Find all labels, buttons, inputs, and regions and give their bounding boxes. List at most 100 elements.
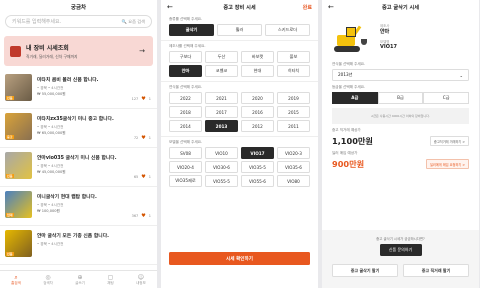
model-option[interactable]: VIO20-3 [277,147,310,159]
grade-label: 등급을 선택해 주세요. [332,85,366,89]
year-select[interactable]: 2013년 ⌄ [332,69,469,81]
item-thumbnail: 신품 [5,230,32,257]
nav-search[interactable]: ◎ 검색차 [43,274,53,286]
model-option[interactable]: VIO20-4 [169,161,202,173]
new-inquiry-button[interactable]: 신품 문의하기 [379,244,422,256]
maker-option[interactable]: 얀마 [169,65,202,77]
year-option[interactable]: 2017 [205,106,238,118]
back-arrow-icon[interactable]: ← [167,3,173,11]
maker-option[interactable]: 볼보 [277,51,310,63]
item-title: 미니굴삭기 현대 랩탑 합니다. [37,195,97,200]
item-thumbnail: 중고 [5,113,32,140]
dealer-button[interactable]: 딜러에게 매입 요청하기 > [425,159,469,169]
item-price: ₩ 55,000,000원 [37,92,66,96]
model-option[interactable]: VIO30-6 [205,161,238,173]
check-price-button[interactable]: 시세 확인하기 [169,252,310,265]
model-option[interactable]: VIO80 [277,175,310,187]
model-option[interactable]: VIO17 [241,147,274,159]
item-meta: • 경북 • 4시간전 [37,125,64,129]
maker-option[interactable]: 현대 [241,65,274,77]
year-option[interactable]: 2020 [241,92,274,104]
type-option[interactable]: 굴삭기 [169,24,214,36]
grade-option[interactable]: B급 [377,92,424,104]
year-option[interactable]: 2018 [169,106,202,118]
nav-label: 내정보 [136,280,146,285]
list-item[interactable]: 임대 미니굴삭기 현대 랩탑 합니다. • 경북 • 4시간전 ₩ 100,00… [0,187,157,226]
item-title: 얀마vio035 굴삭기 미니 신품 합니다. [37,156,117,161]
view-count: 65 [133,175,139,179]
nav-label: 홈검색 [11,280,21,285]
model-option[interactable]: VIO55-6 [241,175,274,187]
done-button[interactable]: 완료 [303,4,312,11]
item-tag: 신품 [6,96,14,100]
excavator-image [332,21,370,55]
nav-home[interactable]: ⌕ 홈검색 [11,274,21,286]
year-option[interactable]: 2013 [205,120,238,132]
year-option[interactable]: 2019 [277,92,310,104]
like-count: 1 [148,214,151,218]
maker-option[interactable]: 두산 [205,51,238,63]
car-icon: ◎ [45,273,51,281]
heart-icon[interactable]: ♥ [141,213,145,219]
year-label: 연식을 선택해 주세요. [332,62,366,66]
like-count: 1 [148,97,151,101]
year-option[interactable]: 2021 [205,92,238,104]
year-option[interactable]: 2016 [241,106,274,118]
year-option[interactable]: 2011 [277,120,310,132]
like-count: 1 [148,175,151,179]
nav-profile[interactable]: ☺ 내정보 [136,274,146,286]
list-item[interactable]: 신품 얀마 굴삭기 모든 기종 신품 합니다. • 경북 • 4시간전 [0,226,157,265]
price-check-banner[interactable]: 내 장비 시세조회 직거래, 딜러거래, 신차 구매까지 → [4,36,153,66]
item-price: ₩ 100,000원 [37,209,60,213]
recent-search-link[interactable]: 🔍 요즘 검색 [122,19,145,25]
chat-icon: ▢ [107,273,114,281]
list-item[interactable]: 신품 얀마vio035 굴삭기 미니 신품 합니다. • 경북 • 4시간전 ₩… [0,148,157,187]
search-input[interactable]: 키워드를 입력해주세요. 🔍 요즘 검색 [5,15,152,28]
model-option[interactable]: VIO10 [205,147,238,159]
heart-icon[interactable]: ♥ [141,174,145,180]
grade-option[interactable]: C급 [423,92,470,104]
maker-option[interactable]: 구보다 [169,51,202,63]
year-label: 연식을 선택해 주세요. [169,85,203,89]
chevron-down-icon: ⌄ [459,72,463,78]
list-item[interactable]: 신품 미타치 콤비 볼러 신품 합니다. • 경북 • 4시간전 ₩ 55,00… [0,70,157,109]
model-option[interactable]: VIO55-5 [205,175,238,187]
grade-option[interactable]: A급 [332,92,378,104]
dealer-price: 900만원 [332,159,365,169]
item-meta: • 경북 • 4시간전 [37,164,64,168]
grade-note: A급은 사용시간 4000시간 이하의 장비입니다. [332,108,469,124]
price-icon [10,45,21,57]
year-option[interactable]: 2022 [169,92,202,104]
model-option[interactable]: VIO35-6 [277,161,310,173]
heart-icon[interactable]: ♥ [141,96,145,102]
list-item[interactable]: 중고 미타치zx35굴삭기 미니 중고 합니다. • 경북 • 4시간전 ₩ 6… [0,109,157,148]
back-arrow-icon[interactable]: ← [328,3,334,11]
year-option[interactable]: 2012 [241,120,274,132]
sell-excavator-button[interactable]: 중고 굴삭기 팔기 [332,264,398,277]
type-option[interactable]: 휠러 [217,24,262,36]
price-result-screen: ← 중고 굴삭기 시세 제조사 얀마 모델명 VIO17 연식을 선택해 주세요… [322,0,479,288]
model-option[interactable]: SV08 [169,147,202,159]
model-option[interactable]: VIO35-5 [241,161,274,173]
search-placeholder: 키워드를 입력해주세요. [12,19,62,25]
year-option[interactable]: 2014 [169,120,202,132]
nav-chat[interactable]: ▢ 채팅 [107,274,113,286]
view-count: 127 [131,97,139,101]
model-option[interactable]: VIO35제로 [169,175,202,187]
trade-price: 1,100만원 [332,136,373,146]
maker-option[interactable]: 바보캣 [241,51,274,63]
item-meta: • 경북 • 4시간전 [37,86,64,90]
year-option[interactable]: 2015 [277,106,310,118]
trade-button[interactable]: 중고직거래 거래하기 > [429,136,469,146]
type-option[interactable]: 스키드로더 [265,24,310,36]
plus-icon: ⊕ [77,273,83,281]
item-tag: 중고 [6,135,14,139]
heart-icon[interactable]: ♥ [141,135,145,141]
maker-option[interactable]: 히타치 [277,65,310,77]
type-label: 종류를 선택해 주세요. [169,17,203,21]
nav-write[interactable]: ⊕ 글쓰기 [75,274,85,286]
maker-option[interactable]: 코벨코 [205,65,238,77]
app-title: 궁금차 [70,5,87,11]
sell-direct-button[interactable]: 중고 직거래 팔기 [403,264,469,277]
item-meta: • 경북 • 4시간전 [37,242,64,246]
